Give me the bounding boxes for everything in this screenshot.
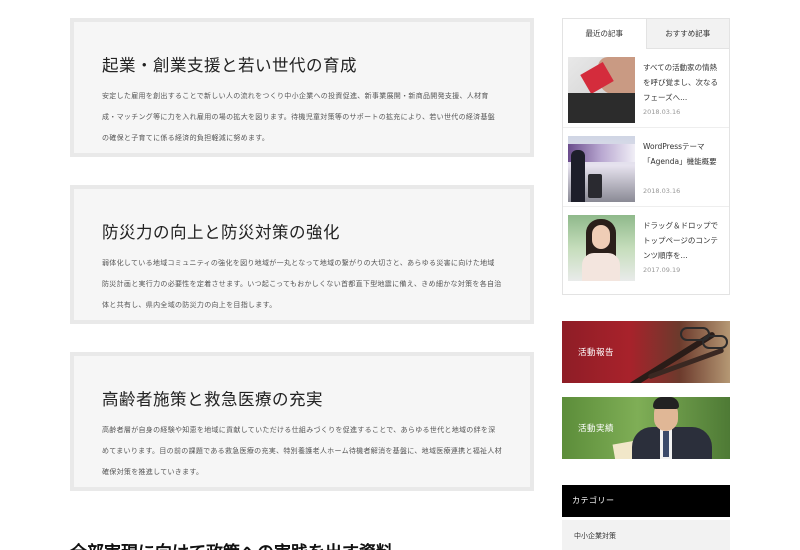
policy-title: 高齢者施策と救急医療の充実 bbox=[102, 390, 323, 409]
article-item[interactable]: すべての活動家の情熱を呼び覚まし、次なるフェーズへ... 2018.03.16 bbox=[563, 49, 729, 128]
glasses-shape bbox=[702, 335, 728, 349]
article-body: すべての活動家の情熱を呼び覚まし、次なるフェーズへ... 2018.03.16 bbox=[635, 57, 724, 121]
article-date: 2017.09.19 bbox=[643, 266, 681, 274]
ballot-box-shape bbox=[568, 93, 635, 123]
tab-recent-articles[interactable]: 最近の記事 bbox=[563, 19, 646, 49]
policy-body: 高齢者層が自身の経験や知恵を地域に貢献していただける仕組みづくりを促進することで… bbox=[102, 426, 502, 476]
suit-shape bbox=[632, 427, 712, 459]
article-body: WordPressテーマ「Agenda」機能概要 2018.03.16 bbox=[635, 136, 724, 200]
article-date: 2018.03.16 bbox=[643, 108, 681, 116]
section-heading: 全部実現に向けて政策への実践を出す資料 bbox=[70, 538, 393, 550]
body-shape bbox=[582, 253, 620, 281]
policy-title: 防災力の向上と防災対策の強化 bbox=[102, 223, 340, 242]
banner-label: 活動報告 bbox=[578, 348, 615, 358]
face-shape bbox=[592, 225, 610, 249]
policy-card: 高齢者施策と救急医療の充実 高齢者層が自身の経験や知恵を地域に貢献していただける… bbox=[70, 352, 534, 491]
hair-shape bbox=[653, 397, 679, 409]
article-item[interactable]: WordPressテーマ「Agenda」機能概要 2018.03.16 bbox=[563, 128, 729, 207]
activity-results-banner[interactable]: 活動実績 bbox=[562, 397, 730, 459]
policy-body: 安定した雇用を創出することで新しい人の流れをつくり中小企業への投資促進、新事業展… bbox=[102, 92, 496, 142]
banner-label: 活動実績 bbox=[578, 424, 615, 434]
article-title[interactable]: WordPressテーマ「Agenda」機能概要 bbox=[643, 139, 724, 184]
article-thumbnail[interactable] bbox=[568, 136, 635, 202]
article-tabs-widget: 最近の記事 おすすめ記事 すべての活動家の情熱を呼び覚まし、次なるフェーズへ..… bbox=[562, 18, 730, 295]
article-item[interactable]: ドラッグ＆ドロップでトップページのコンテンツ順序を... 2017.09.19 bbox=[563, 207, 729, 286]
tab-recommended-articles[interactable]: おすすめ記事 bbox=[645, 19, 729, 49]
tie-shape bbox=[663, 431, 669, 457]
article-thumbnail[interactable] bbox=[568, 215, 635, 281]
policy-card: 起業・創業支援と若い世代の育成 安定した雇用を創出することで新しい人の流れをつく… bbox=[70, 18, 534, 157]
policy-body: 弱体化している地域コミュニティの強化を図り地域が一丸となって地域の繋がりの大切さ… bbox=[102, 259, 502, 309]
article-title[interactable]: ドラッグ＆ドロップでトップページのコンテンツ順序を... bbox=[643, 218, 724, 263]
category-item[interactable]: 中小企業対策 bbox=[562, 520, 730, 550]
category-header: カテゴリー bbox=[562, 485, 730, 517]
article-title[interactable]: すべての活動家の情熱を呼び覚まし、次なるフェーズへ... bbox=[643, 60, 724, 105]
person-shape bbox=[571, 150, 585, 202]
policy-card: 防災力の向上と防災対策の強化 弱体化している地域コミュニティの強化を図り地域が一… bbox=[70, 185, 534, 324]
activity-report-banner[interactable]: 活動報告 bbox=[562, 321, 730, 383]
suitcase-shape bbox=[588, 174, 602, 198]
policy-title: 起業・創業支援と若い世代の育成 bbox=[102, 56, 357, 75]
article-thumbnail[interactable] bbox=[568, 57, 635, 123]
tab-bar: 最近の記事 おすすめ記事 bbox=[563, 19, 729, 49]
article-body: ドラッグ＆ドロップでトップページのコンテンツ順序を... 2017.09.19 bbox=[635, 215, 724, 280]
article-date: 2018.03.16 bbox=[643, 187, 681, 195]
